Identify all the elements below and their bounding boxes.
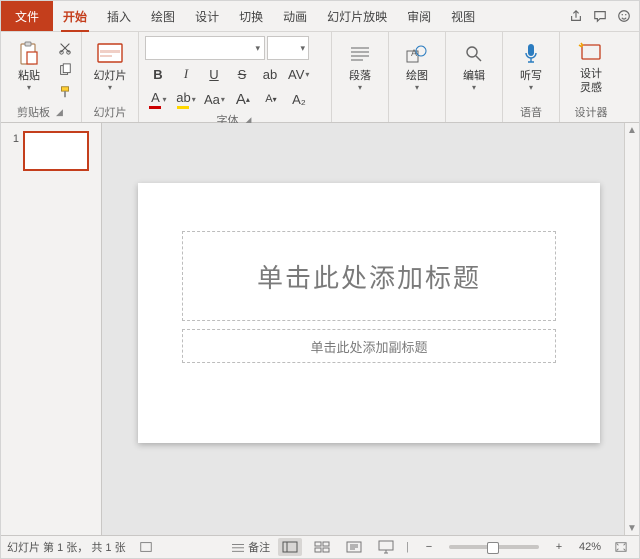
slide-sorter-view-button[interactable] <box>310 538 334 556</box>
group-clipboard: 粘贴 ▾ 剪贴板◢ <box>1 32 82 122</box>
workspace: 1 单击此处添加标题 单击此处添加副标题 ▲ ▼ <box>1 123 639 535</box>
ribbon: 粘贴 ▾ 剪贴板◢ 幻灯片 ▾ <box>1 32 639 123</box>
tabbar-right-icons <box>561 1 639 31</box>
tab-view[interactable]: 视图 <box>441 1 485 31</box>
chevron-down-icon: ▾ <box>472 83 476 92</box>
paragraph-icon <box>346 40 374 68</box>
slide-canvas[interactable]: 单击此处添加标题 单击此处添加副标题 <box>138 183 600 443</box>
notes-button[interactable]: 备注 <box>231 538 270 556</box>
paragraph-button[interactable]: 段落 ▾ <box>338 34 382 98</box>
chevron-down-icon: ▾ <box>27 83 31 92</box>
normal-view-button[interactable] <box>278 538 302 556</box>
editing-button[interactable]: 编辑 ▾ <box>452 34 496 98</box>
tab-design[interactable]: 设计 <box>185 1 229 31</box>
highlight-button[interactable]: ab▾ <box>173 88 199 110</box>
slide-thumbnail-panel: 1 <box>1 123 102 535</box>
chevron-down-icon: ▾ <box>415 83 419 92</box>
title-placeholder[interactable]: 单击此处添加标题 <box>182 231 556 321</box>
share-icon[interactable] <box>569 9 583 23</box>
group-font: ▾ ▾ B I U S ab AV▾ A▾ ab▾ Aa▾ A▴ A▾ <box>139 32 332 122</box>
char-spacing-button[interactable]: AV▾ <box>285 63 312 85</box>
group-designer: 设计 灵感 设计器 <box>560 32 622 122</box>
search-icon <box>460 40 488 68</box>
copy-button[interactable] <box>55 60 75 80</box>
microphone-icon <box>517 40 545 68</box>
vertical-scrollbar[interactable]: ▲ ▼ <box>624 123 639 535</box>
zoom-in-button[interactable]: + <box>547 538 571 556</box>
tab-transitions[interactable]: 切换 <box>229 1 273 31</box>
chevron-down-icon: ▾ <box>300 43 305 54</box>
thumbnail-number: 1 <box>9 131 19 145</box>
reading-view-button[interactable] <box>342 538 366 556</box>
group-slides: 幻灯片 ▾ 幻灯片 <box>82 32 139 122</box>
smiley-icon[interactable] <box>617 9 631 23</box>
zoom-out-button[interactable]: − <box>417 538 441 556</box>
shapes-icon: A <box>403 40 431 68</box>
font-color-button[interactable]: A▾ <box>145 88 171 110</box>
cut-button[interactable] <box>55 38 75 58</box>
bold-button[interactable]: B <box>145 63 171 85</box>
dictate-button[interactable]: 听写 ▾ <box>509 34 553 98</box>
tab-insert[interactable]: 插入 <box>97 1 141 31</box>
slide-editor[interactable]: 单击此处添加标题 单击此处添加副标题 ▲ ▼ <box>102 123 639 535</box>
chevron-down-icon: ▾ <box>255 43 260 54</box>
clipboard-launcher[interactable]: ◢ <box>54 107 65 118</box>
design-ideas-icon <box>577 38 605 66</box>
group-drawing: A 绘图 ▾ <box>389 32 446 122</box>
italic-button[interactable]: I <box>173 63 199 85</box>
scroll-up-icon[interactable]: ▲ <box>625 123 639 137</box>
slide-counter: 幻灯片 第 1 张， 共 1 张 <box>7 539 126 555</box>
status-bar: 幻灯片 第 1 张， 共 1 张 备注 | − + 42% <box>1 535 639 558</box>
tab-home[interactable]: 开始 <box>53 1 97 31</box>
svg-text:A: A <box>411 48 417 58</box>
slide-thumbnail-1[interactable] <box>23 131 89 171</box>
chevron-down-icon: ▾ <box>529 83 533 92</box>
font-size-combo[interactable]: ▾ <box>267 36 309 60</box>
shrink-font-button[interactable]: A▾ <box>258 88 284 110</box>
clear-format-button[interactable]: A₂ <box>286 88 312 110</box>
fit-to-window-button[interactable] <box>609 538 633 556</box>
format-painter-button[interactable] <box>55 82 75 102</box>
grow-font-button[interactable]: A▴ <box>230 88 256 110</box>
strike-button[interactable]: S <box>229 63 255 85</box>
tab-file[interactable]: 文件 <box>1 1 53 31</box>
zoom-level[interactable]: 42% <box>579 541 601 553</box>
underline-button[interactable]: U <box>201 63 227 85</box>
slide-icon <box>96 40 124 68</box>
tabbar: 文件 开始 插入 绘图 设计 切换 动画 幻灯片放映 审阅 视图 <box>1 1 639 32</box>
font-name-combo[interactable]: ▾ <box>145 36 265 60</box>
zoom-slider[interactable] <box>449 545 539 549</box>
design-ideas-button[interactable]: 设计 灵感 <box>566 34 616 98</box>
group-paragraph: 段落 ▾ <box>332 32 389 122</box>
subtitle-placeholder[interactable]: 单击此处添加副标题 <box>182 329 556 363</box>
paste-button[interactable]: 粘贴 ▾ <box>7 34 51 98</box>
tab-slideshow[interactable]: 幻灯片放映 <box>317 1 397 31</box>
change-case-button[interactable]: Aa▾ <box>201 88 228 110</box>
comments-icon[interactable] <box>593 9 607 23</box>
chevron-down-icon: ▾ <box>358 83 362 92</box>
group-editing: 编辑 ▾ <box>446 32 503 122</box>
tab-animations[interactable]: 动画 <box>273 1 317 31</box>
tab-draw[interactable]: 绘图 <box>141 1 185 31</box>
chevron-down-icon: ▾ <box>108 83 112 92</box>
new-slide-button[interactable]: 幻灯片 ▾ <box>88 34 132 98</box>
spellcheck-icon[interactable] <box>134 538 158 556</box>
drawing-button[interactable]: A 绘图 ▾ <box>395 34 439 98</box>
app-window: 文件 开始 插入 绘图 设计 切换 动画 幻灯片放映 审阅 视图 <box>0 0 640 559</box>
scroll-down-icon[interactable]: ▼ <box>625 521 639 535</box>
slideshow-view-button[interactable] <box>374 538 398 556</box>
clipboard-icon <box>15 40 43 68</box>
group-voice: 听写 ▾ 语音 <box>503 32 560 122</box>
tab-review[interactable]: 审阅 <box>397 1 441 31</box>
shadow-button[interactable]: ab <box>257 63 283 85</box>
